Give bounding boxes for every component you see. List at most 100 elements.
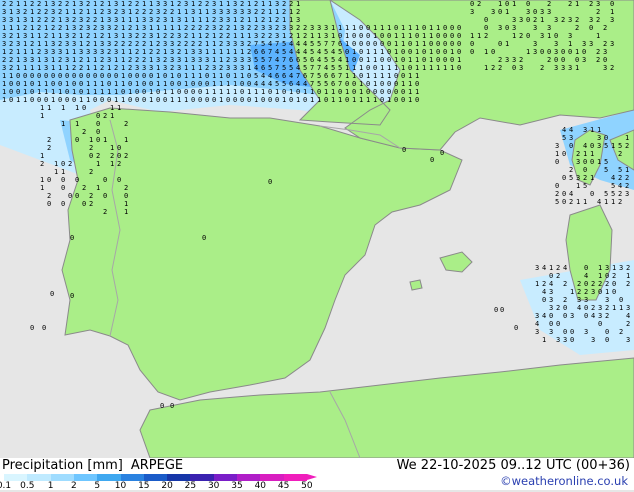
precip-value: 1 (198, 72, 202, 80)
precip-value: 0 (135, 72, 139, 80)
precip-value: 1 (590, 126, 594, 134)
precip-value: 0 (380, 88, 384, 96)
precip-value: 1 (240, 72, 244, 80)
precip-value: 0 (23, 72, 27, 80)
precip-value: 1 (156, 80, 160, 88)
precip-value: 1 (289, 88, 293, 96)
precip-value: 1 (345, 72, 349, 80)
precip-value: 1 (96, 160, 100, 168)
precip-value: 2 (605, 280, 609, 288)
precip-value: 1 (93, 64, 97, 72)
precip-value: 1 (366, 56, 370, 64)
precip-value: 2 (68, 160, 72, 168)
precip-value: 3 (603, 64, 607, 72)
colorbar-swatch (237, 474, 261, 481)
precip-value: 0 (202, 234, 206, 242)
precip-value: 3 (535, 312, 539, 320)
precip-value: 4 (268, 40, 272, 48)
precip-value: 0 (401, 48, 405, 56)
precip-value: 4 (296, 64, 300, 72)
credit-link[interactable]: ©weatheronline.co.uk (500, 474, 628, 488)
precip-value: 2 (103, 112, 107, 120)
precip-value: 3 (114, 16, 118, 24)
precip-value: 1 (30, 16, 34, 24)
precip-value: 2 (247, 48, 251, 56)
precip-value: 1 (605, 288, 609, 296)
precip-value: 1 (86, 56, 90, 64)
precip-value: 1 (380, 48, 384, 56)
precip-value: 2 (9, 0, 13, 8)
precip-value: 3 (512, 16, 516, 24)
precip-value: 3 (72, 40, 76, 48)
precip-value: 0 (408, 64, 412, 72)
precip-value: 1 (72, 48, 76, 56)
precip-value: 1 (65, 64, 69, 72)
precip-value: 3 (498, 24, 502, 32)
precip-value: 0 (191, 80, 195, 88)
precip-value: 5 (618, 142, 622, 150)
precip-value: 0 (16, 72, 20, 80)
precip-value: 1 (429, 24, 433, 32)
precip-value: 0 (484, 24, 488, 32)
precip-value: 0 (72, 96, 76, 104)
precip-value: 3 (240, 40, 244, 48)
precip-value: 1 (40, 112, 44, 120)
precip-value: 3 (156, 0, 160, 8)
precip-value: 1 (226, 48, 230, 56)
precip-value: 0 (408, 40, 412, 48)
precip-value: 4 (584, 272, 588, 280)
precip-value: 3 (598, 304, 602, 312)
precip-value: 1 (93, 32, 97, 40)
precip-value: 1 (198, 32, 202, 40)
precip-value: 5 (289, 64, 293, 72)
precip-value: 7 (310, 64, 314, 72)
precip-value: 3 (247, 8, 251, 16)
precip-value: 1 (338, 96, 342, 104)
precip-value: 1 (86, 96, 90, 104)
precip-value: 2 (555, 190, 559, 198)
precip-value: 1 (436, 24, 440, 32)
precip-value: 2 (44, 8, 48, 16)
precip-value: 1 (23, 88, 27, 96)
precip-value: 3 (226, 8, 230, 16)
precip-value: 2 (177, 40, 181, 48)
precip-value: 1 (415, 72, 419, 80)
precip-value: 1 (107, 0, 111, 8)
precip-value: 0 (584, 280, 588, 288)
precip-value: 0 (359, 40, 363, 48)
precip-value: 3 (219, 16, 223, 24)
precip-value: 1 (394, 32, 398, 40)
precip-value: 0 (128, 96, 132, 104)
precip-value: 2 (519, 32, 523, 40)
precip-value: 2 (142, 56, 146, 64)
precip-value: 0 (50, 290, 54, 298)
precip-value: 1 (233, 72, 237, 80)
precip-value: 1 (583, 150, 587, 158)
precip-value: 1 (107, 32, 111, 40)
precip-value: 1 (359, 88, 363, 96)
precip-value: 1 (16, 32, 20, 40)
precip-value: 1 (2, 96, 6, 104)
precip-value: 3 (254, 32, 258, 40)
precip-value: 5 (254, 72, 258, 80)
precip-value: 2 (261, 16, 265, 24)
precip-value: 0 (103, 176, 107, 184)
precip-value: 3 (549, 288, 553, 296)
precip-value: 0 (526, 32, 530, 40)
precip-value: 0 (345, 80, 349, 88)
precip-value: 1 (191, 64, 195, 72)
precip-value: 1 (401, 80, 405, 88)
precip-value: 2 (261, 8, 265, 16)
precip-value: 2 (569, 198, 573, 206)
precip-value: 1 (121, 24, 125, 32)
precip-value: 6 (275, 72, 279, 80)
precip-value: 0 (436, 40, 440, 48)
precip-value: 1 (128, 48, 132, 56)
precip-value: 2 (563, 280, 567, 288)
precip-value: 1 (324, 88, 328, 96)
precip-value: 0 (79, 72, 83, 80)
precip-value: 2 (605, 312, 609, 320)
colorbar-swatch (143, 474, 168, 481)
precip-value: 0 (359, 32, 363, 40)
precip-value: 5 (261, 56, 265, 64)
